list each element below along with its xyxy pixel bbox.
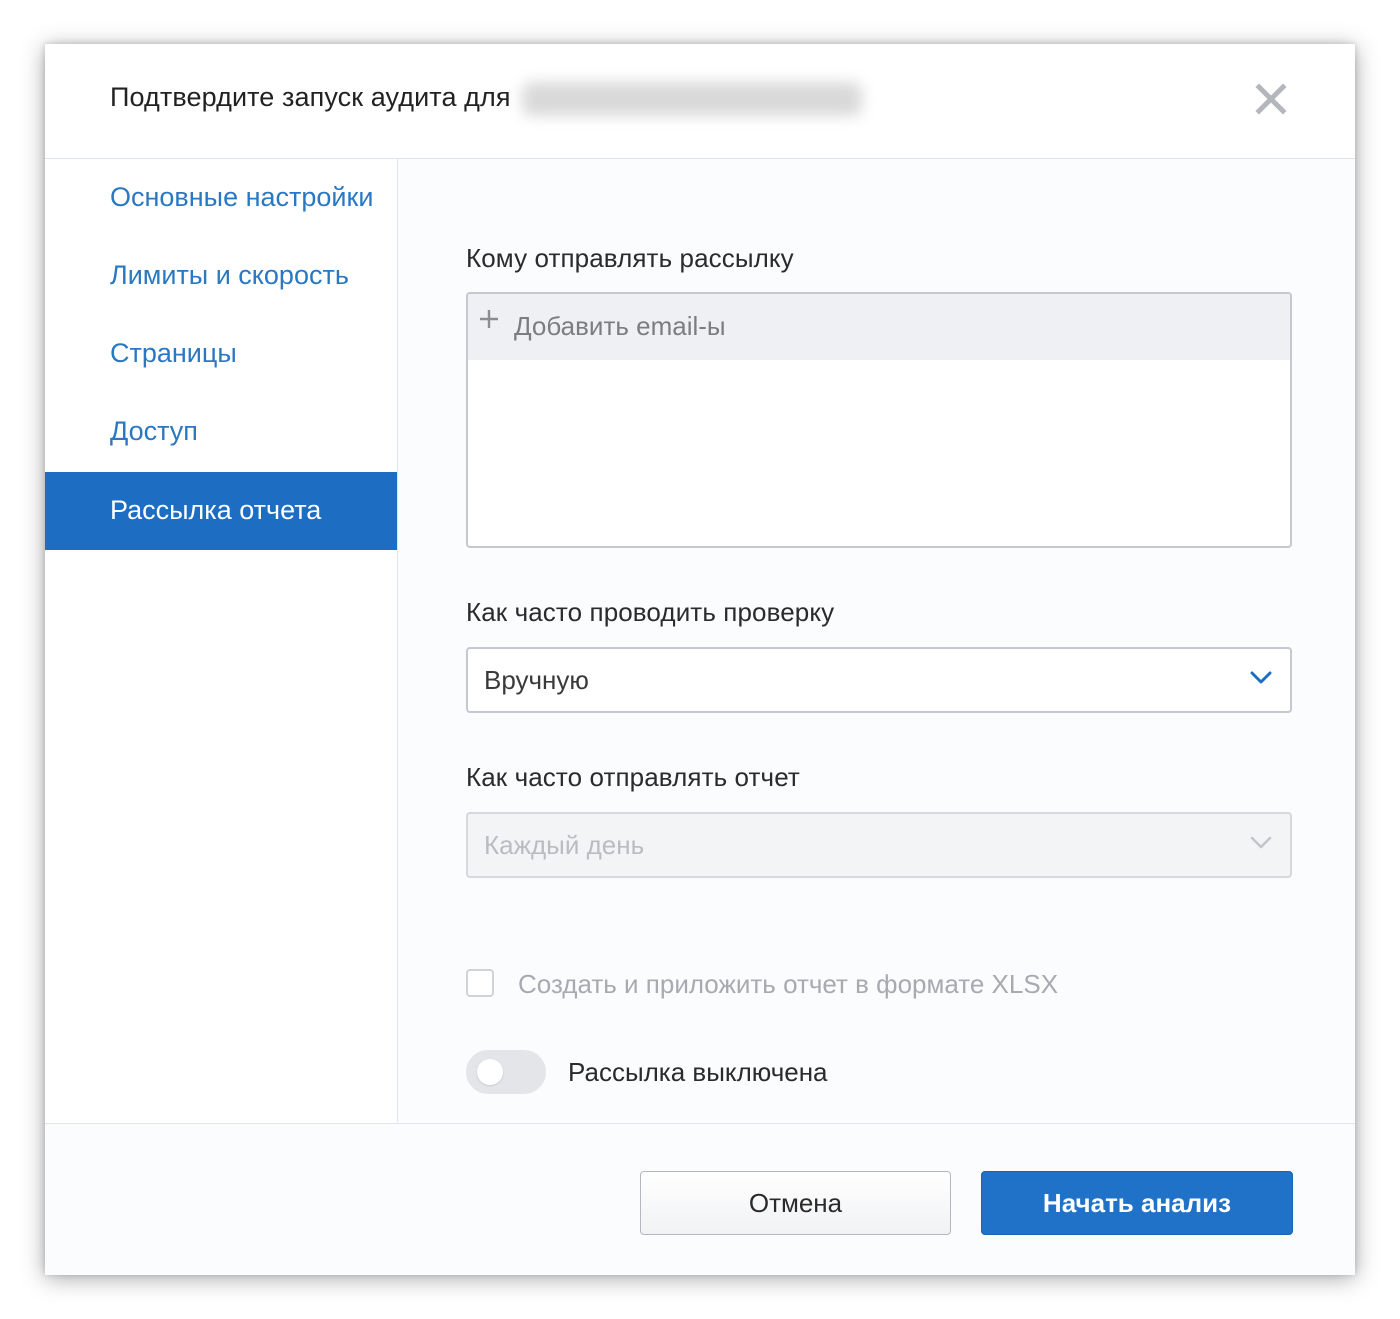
check-frequency-value: Вручную [484,665,589,695]
close-button[interactable] [1251,79,1291,119]
blurred-site-domain [522,82,863,116]
sidebar-item-access[interactable]: Доступ [45,393,397,471]
mailing-toggle[interactable] [466,1050,546,1094]
report-frequency-value: Каждый день [484,830,645,860]
chevron-down-icon [1250,671,1272,684]
dialog-title: Подтвердите запуск аудита для [110,82,863,116]
sidebar-item-limits-speed[interactable]: Лимиты и скорость [45,237,397,315]
sidebar-item-basic-settings[interactable]: Основные настройки [45,159,397,237]
close-icon [1255,83,1287,115]
check-frequency-label: Как часто проводить проверку [466,597,835,627]
email-recipients-box[interactable]: Добавить email-ы [466,292,1292,548]
add-email-input[interactable]: Добавить email-ы [468,294,1290,360]
add-email-placeholder: Добавить email-ы [514,311,726,341]
report-frequency-label: Как часто отправлять отчет [466,762,800,792]
sidebar-item-label: Страницы [110,338,237,368]
sidebar-item-label: Рассылка отчета [110,495,322,525]
audit-confirm-dialog: Подтвердите запуск аудита для Основные н… [45,44,1355,1275]
dialog-title-text: Подтвердите запуск аудита для [110,82,511,113]
mailing-toggle-label: Рассылка выключена [568,1057,828,1087]
sidebar-item-label: Лимиты и скорость [110,260,349,290]
sidebar-item-report-mailing[interactable]: Рассылка отчета [45,472,397,550]
dialog-footer: Отмена Начать анализ [45,1123,1355,1275]
report-mailing-panel: Кому отправлять рассылку Добавить email-… [398,159,1355,1122]
recipients-label: Кому отправлять рассылку [466,243,794,273]
dialog-header: Подтвердите запуск аудита для [45,44,1355,159]
sidebar-item-label: Доступ [110,416,198,446]
settings-sidebar: Основные настройки Лимиты и скорость Стр… [45,159,398,1122]
start-analysis-button[interactable]: Начать анализ [981,1171,1293,1235]
check-frequency-select[interactable]: Вручную [466,647,1292,713]
xlsx-attachment-label: Создать и приложить отчет в формате XLSX [518,969,1059,999]
chevron-down-icon [1250,836,1272,849]
sidebar-item-label: Основные настройки [110,182,374,212]
toggle-knob [477,1059,503,1085]
cancel-button[interactable]: Отмена [640,1171,951,1235]
report-frequency-select[interactable]: Каждый день [466,812,1292,878]
plus-icon [480,310,498,328]
xlsx-attachment-checkbox[interactable] [466,969,494,997]
sidebar-item-pages[interactable]: Страницы [45,315,397,393]
